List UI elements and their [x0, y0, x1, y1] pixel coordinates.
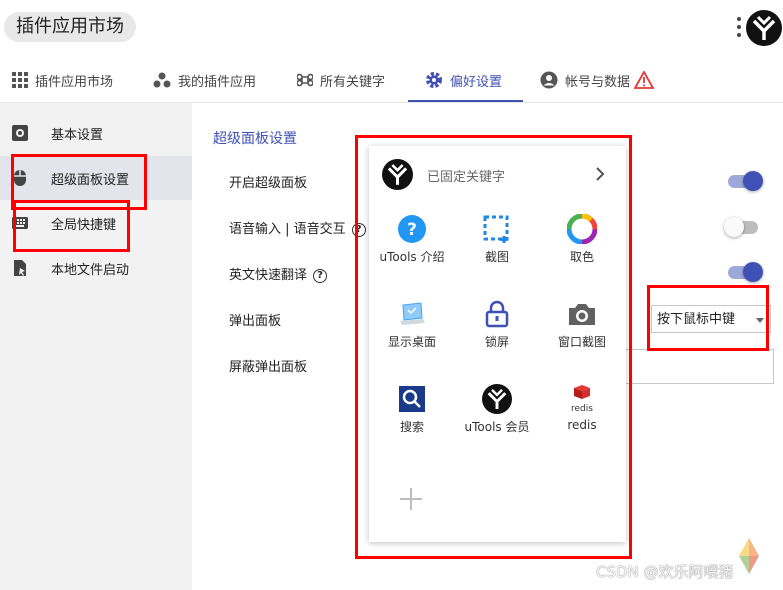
setting-label-voice: 语音输入 | 语音交互? — [229, 218, 366, 237]
account-icon — [540, 71, 558, 89]
voice-toggle[interactable] — [724, 216, 760, 238]
dots-cluster-icon — [153, 72, 171, 88]
enable-panel-toggle[interactable] — [726, 170, 763, 192]
utools-logo-icon[interactable] — [746, 10, 782, 46]
translate-toggle[interactable] — [726, 261, 763, 283]
highlight-frame-sidebar-hotkeys — [13, 200, 130, 252]
tab-label: 帐号与数据 — [565, 74, 631, 90]
app-title-chip[interactable]: 插件应用市场 — [4, 12, 136, 42]
setting-label-enable-panel: 开启超级面板 — [229, 176, 308, 191]
setting-label-text: 英文快速翻译 — [229, 268, 308, 283]
command-icon — [297, 73, 313, 87]
sidebar-item-label: 基本设置 — [51, 127, 104, 143]
tab-preferences[interactable]: 偏好设置 — [425, 60, 502, 100]
setting-label-popup-trigger: 弹出面板 — [229, 314, 282, 329]
tab-account-data[interactable]: 帐号与数据 — [540, 60, 661, 100]
watermark-logo-icon — [739, 538, 759, 574]
block-popup-input[interactable] — [620, 349, 774, 384]
tab-bar: 插件应用市场 我的插件应用 所有关键字 偏好设置 帐号与数据 — [0, 60, 783, 103]
setting-label-translate: 英文快速翻译? — [229, 264, 328, 283]
tab-label: 偏好设置 — [450, 74, 503, 90]
tab-label: 我的插件应用 — [178, 74, 257, 90]
setting-label-text: 语音输入 | 语音交互 — [229, 222, 346, 237]
highlight-frame-select — [647, 285, 769, 351]
tab-all-keywords[interactable]: 所有关键字 — [297, 60, 385, 100]
file-launch-icon — [14, 260, 26, 276]
help-icon[interactable]: ? — [313, 268, 328, 283]
gear-icon — [426, 72, 442, 88]
setting-label-block-popup: 屏蔽弹出面板 — [229, 360, 308, 375]
highlight-frame-panel — [355, 135, 632, 559]
gear-box-icon — [12, 125, 28, 141]
tab-my-plugins[interactable]: 我的插件应用 — [153, 60, 256, 100]
tab-label: 所有关键字 — [320, 74, 386, 90]
sidebar-item-label: 本地文件启动 — [51, 262, 130, 278]
warning-icon — [634, 71, 655, 89]
more-menu-icon[interactable] — [735, 16, 743, 40]
sidebar-item-basic-settings[interactable]: 基本设置 — [0, 111, 192, 155]
grid-icon — [12, 72, 28, 88]
sidebar-item-local-file-launch[interactable]: 本地文件启动 — [0, 246, 192, 290]
section-title: 超级面板设置 — [213, 131, 297, 147]
tab-label: 插件应用市场 — [35, 74, 114, 90]
active-tab-indicator — [408, 100, 523, 102]
tab-plugin-market[interactable]: 插件应用市场 — [12, 60, 113, 100]
watermark-text: CSDN @欢乐阿噗猪 — [596, 563, 734, 581]
